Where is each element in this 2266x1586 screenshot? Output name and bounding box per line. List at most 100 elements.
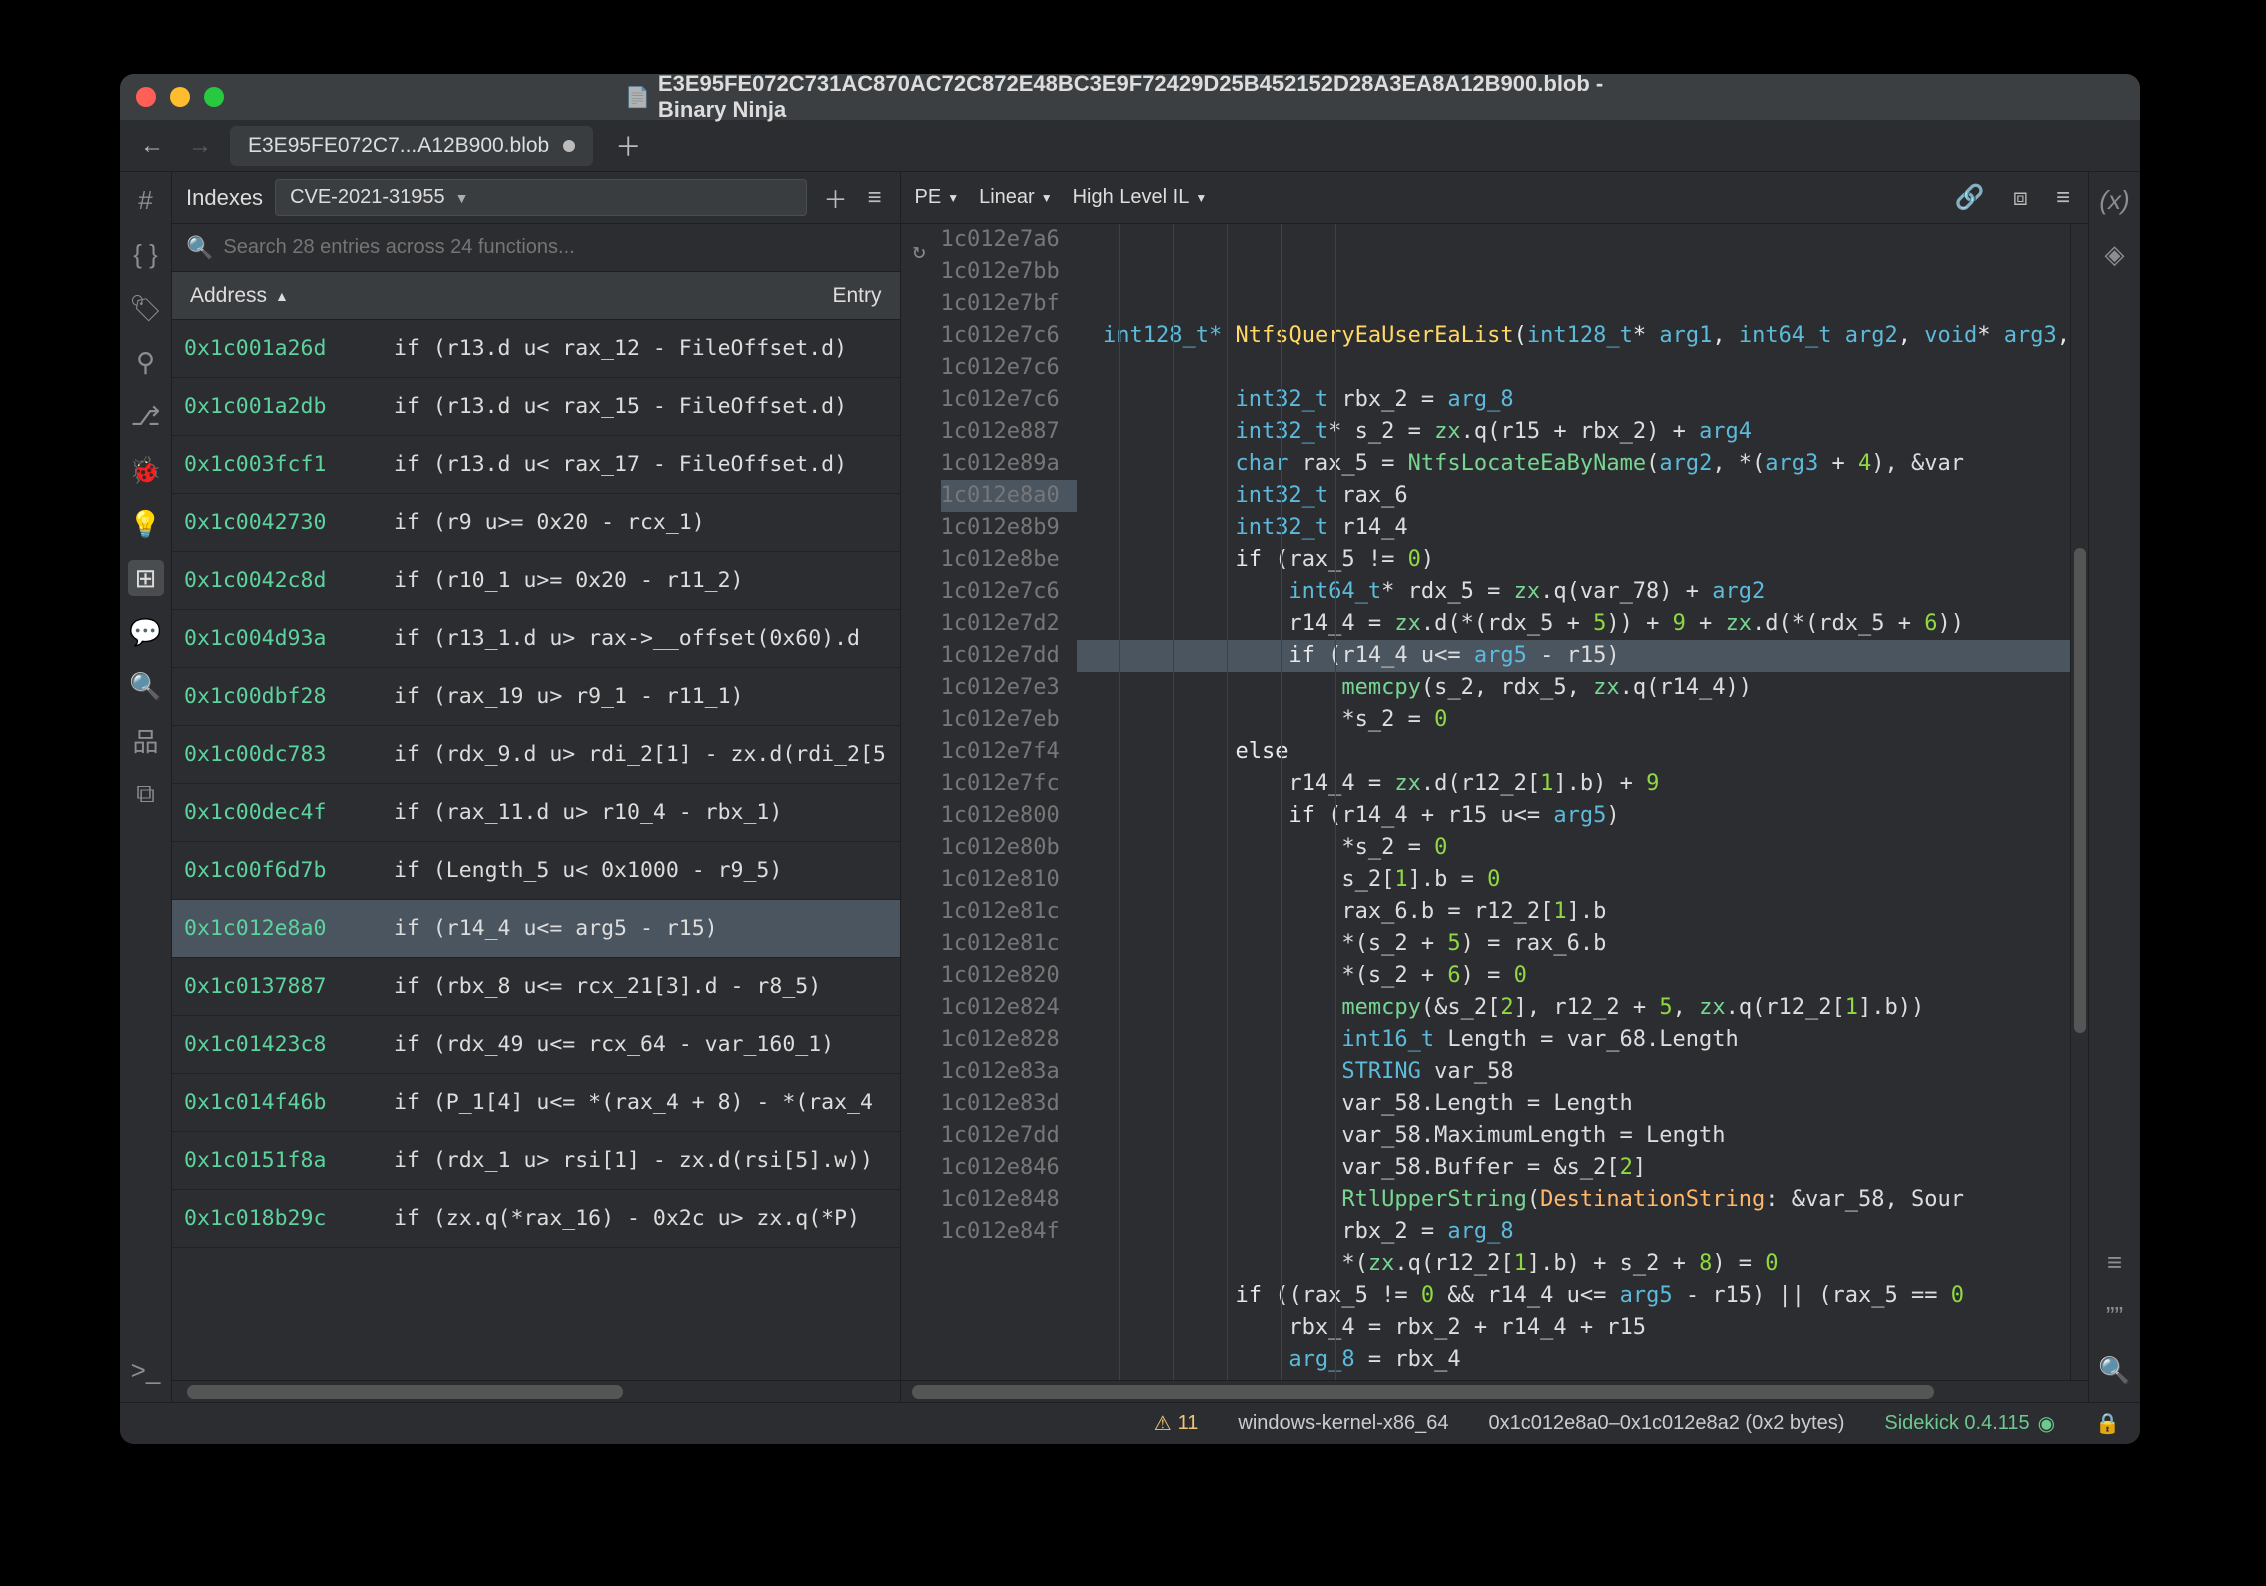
sync-icon[interactable]: ↻ [913,236,926,268]
gutter-address[interactable]: 1c012e7c6 [941,384,1077,416]
file-tab[interactable]: E3E95FE072C7...A12B900.blob [230,126,593,166]
view-dropdown[interactable]: Linear▼ [979,186,1053,209]
code-line[interactable]: memcpy(&s_2[2], r12_2 + 5, zx.q(r12_2[1]… [1077,992,2071,1024]
code-line[interactable]: STRING var_58 [1077,1056,2071,1088]
variables-icon[interactable]: (x) [2097,182,2133,218]
code-line[interactable]: *(s_2 + 5) = rax_6.b [1077,928,2071,960]
bug-icon[interactable]: 🐞 [128,452,164,488]
add-index-button[interactable]: ＋ [819,176,851,219]
index-row[interactable]: 0x1c001a26dif (r13.d u< rax_12 - FileOff… [172,320,900,378]
index-row[interactable]: 0x1c012e8a0if (r14_4 u<= arg5 - r15) [172,900,900,958]
address-column-header[interactable]: Address ▲ [190,284,380,308]
table-icon[interactable]: ⊞ [128,560,164,596]
code-line[interactable]: int16_t Length = var_68.Length [1077,1024,2071,1056]
gutter-address[interactable]: 1c012e7dd [941,640,1077,672]
code-line[interactable]: if (r14_4 + r15 u<= arg5) [1077,800,2071,832]
scrollbar-thumb[interactable] [912,1385,1933,1399]
code-line[interactable]: var_58.Length = Length [1077,1088,2071,1120]
code-area[interactable]: ↻ 1c012e7a61c012e7bb1c012e7bf1c012e7c61c… [901,224,2071,1380]
link-icon[interactable]: 🔗 [1951,179,1989,216]
gutter-address[interactable]: 1c012e7bf [941,288,1077,320]
warnings-indicator[interactable]: ⚠11 [1154,1411,1199,1436]
gutter-address[interactable]: 1c012e83d [941,1088,1077,1120]
code-line[interactable]: s_2[1].b = 0 [1077,864,2071,896]
code-line[interactable]: *s_2 = 0 [1077,704,2071,736]
gutter-address[interactable]: 1c012e80b [941,832,1077,864]
zoom-icon[interactable]: 🔍 [128,668,164,704]
gutter-address[interactable]: 1c012e7f4 [941,736,1077,768]
quote-icon[interactable]: ”” [2097,1298,2133,1334]
selection-label[interactable]: 0x1c012e8a0–0x1c012e8a2 (0x2 bytes) [1489,1412,1845,1435]
arch-label[interactable]: windows-kernel-x86_64 [1238,1412,1448,1435]
code-line[interactable]: memcpy(s_2, rdx_5, zx.q(r14_4)) [1077,672,2071,704]
gutter-address[interactable]: 1c012e7c6 [941,320,1077,352]
gutter-address[interactable]: 1c012e7d2 [941,608,1077,640]
lock-icon[interactable]: 🔒 [2095,1411,2120,1436]
nav-forward-button[interactable]: → [182,126,218,166]
gutter-address[interactable]: 1c012e83a [941,1056,1077,1088]
graph-icon[interactable]: ⎇ [128,398,164,434]
code-horizontal-scrollbar[interactable] [901,1380,2089,1402]
gutter-address[interactable]: 1c012e7bb [941,256,1077,288]
gutter-address[interactable]: 1c012e8a0 [941,480,1077,512]
code-line[interactable]: *s_2 = 0 [1077,832,2071,864]
gutter-address[interactable]: 1c012e848 [941,1184,1077,1216]
index-row[interactable]: 0x1c00dec4fif (rax_11.d u> r10_4 - rbx_1… [172,784,900,842]
scrollbar-thumb[interactable] [2074,548,2086,1034]
scrollbar-thumb[interactable] [187,1385,624,1399]
code-line[interactable]: rbx_4 = rbx_2 + r14_4 + r15 [1077,1312,2071,1344]
code-line[interactable]: var_58.MaximumLength = Length [1077,1120,2071,1152]
horizontal-scrollbar[interactable] [172,1380,900,1402]
code-line[interactable]: r14_4 = zx.d(r12_2[1].b) + 9 [1077,768,2071,800]
index-row[interactable]: 0x1c00dc783if (rdx_9.d u> rdi_2[1] - zx.… [172,726,900,784]
index-row[interactable]: 0x1c0137887if (rbx_8 u<= rcx_21[3].d - r… [172,958,900,1016]
bulb-icon[interactable]: 💡 [128,506,164,542]
hash-icon[interactable]: # [128,182,164,218]
split-icon[interactable]: ⧈ [2009,180,2032,216]
layers-icon[interactable]: ◈ [2097,236,2133,272]
gutter-address[interactable]: 1c012e7fc [941,768,1077,800]
gutter-address[interactable]: 1c012e800 [941,800,1077,832]
index-row[interactable]: 0x1c018b29cif (zx.q(*rax_16) - 0x2c u> z… [172,1190,900,1248]
vertical-scrollbar[interactable] [2070,224,2088,1380]
gutter-address[interactable]: 1c012e81c [941,896,1077,928]
gutter-address[interactable]: 1c012e7e3 [941,672,1077,704]
maximize-window-button[interactable] [204,87,224,107]
code-line[interactable]: int32_t rax_6 [1077,480,2071,512]
index-menu-button[interactable]: ≡ [863,180,885,216]
code-lines[interactable]: int128_t* NtfsQueryEaUserEaList(int128_t… [1077,224,2071,1380]
nav-back-button[interactable]: ← [134,126,170,166]
gutter-address[interactable]: 1c012e81c [941,928,1077,960]
gutter-address[interactable]: 1c012e810 [941,864,1077,896]
code-line[interactable]: *(zx.q(r12_2[1].b) + s_2 + 8) = 0 [1077,1248,2071,1280]
code-line[interactable]: if ((rax_5 != 0 && r14_4 u<= arg5 - r15)… [1077,1280,2071,1312]
gutter-address[interactable]: 1c012e7c6 [941,576,1077,608]
gutter-address[interactable]: 1c012e7a6 [941,224,1077,256]
index-row[interactable]: 0x1c00dbf28if (rax_19 u> r9_1 - r11_1) [172,668,900,726]
gutter-address[interactable]: 1c012e89a [941,448,1077,480]
code-line[interactable]: int32_t* s_2 = zx.q(r15 + rbx_2) + arg4 [1077,416,2071,448]
code-line[interactable]: *(s_2 + 6) = 0 [1077,960,2071,992]
hierarchy-icon[interactable]: 品 [128,722,164,758]
code-line[interactable]: int64_t* rdx_5 = zx.q(var_78) + arg2 [1077,576,2071,608]
index-row[interactable]: 0x1c0042c8dif (r10_1 u>= 0x20 - r11_2) [172,552,900,610]
indexes-table-body[interactable]: 0x1c001a26dif (r13.d u< rax_12 - FileOff… [172,320,900,1380]
sidekick-status[interactable]: Sidekick 0.4.115◉ [1884,1411,2055,1436]
code-line[interactable]: int32_t rbx_2 = arg_8 [1077,384,2071,416]
gutter-address[interactable]: 1c012e7c6 [941,352,1077,384]
view-menu-button[interactable]: ≡ [2052,180,2074,216]
code-line[interactable]: char rax_5 = NtfsLocateEaByName(arg2, *(… [1077,448,2071,480]
code-line[interactable]: rbx_2 = arg_8 [1077,1216,2071,1248]
terminal-icon[interactable]: >_ [128,1352,164,1388]
indexes-search-input[interactable] [223,236,885,259]
close-window-button[interactable] [136,87,156,107]
gutter-address[interactable]: 1c012e846 [941,1152,1077,1184]
code-line[interactable]: var_58.Buffer = &s_2[2] [1077,1152,2071,1184]
new-tab-button[interactable]: ＋ [605,123,651,168]
gutter-address[interactable]: 1c012e887 [941,416,1077,448]
tag-icon[interactable]: 🏷 [128,290,164,326]
gutter-address[interactable]: 1c012e820 [941,960,1077,992]
location-icon[interactable]: ⚲ [128,344,164,380]
function-signature[interactable]: int128_t* NtfsQueryEaUserEaList(int128_t… [1077,320,2071,352]
gutter-address[interactable]: 1c012e7eb [941,704,1077,736]
